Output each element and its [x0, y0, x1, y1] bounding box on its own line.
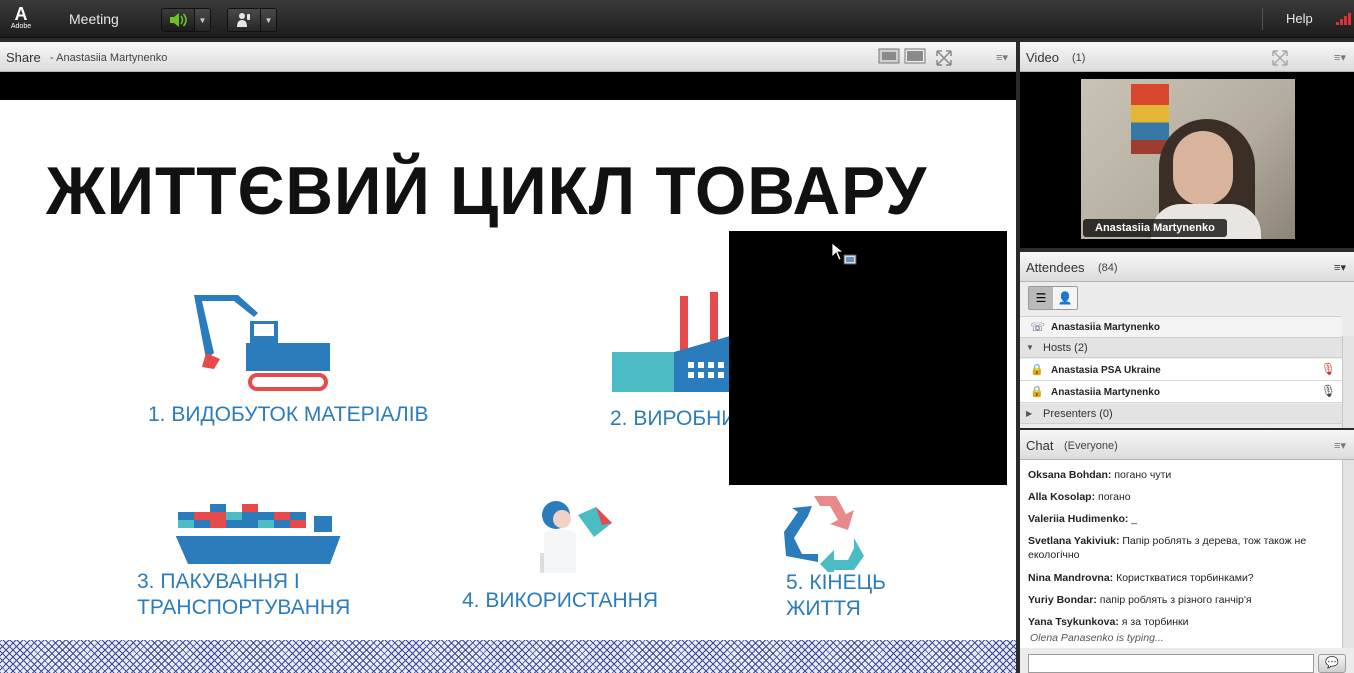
presenter-face — [1173, 131, 1233, 205]
attendees-scrollbar[interactable] — [1342, 336, 1354, 428]
share-pod-title: Share — [6, 50, 41, 65]
typing-indicator: Olena Panasenko is typing... — [1030, 632, 1164, 644]
video-name-tag: Anastasiia Martynenko — [1083, 219, 1227, 237]
attendees-count: (84) — [1098, 262, 1118, 274]
video-count: (1) — [1072, 52, 1086, 64]
stage-3-label-line2: ТРАНСПОРТУВАННЯ — [137, 596, 351, 619]
attendees-pod-menu-icon[interactable]: ≡▾ — [1334, 261, 1346, 274]
raise-hand-icon[interactable] — [228, 9, 260, 31]
hosts-label: Hosts (2) — [1043, 342, 1088, 354]
host-row[interactable]: 🔒 Anastasia PSA Ukraine 🎙 — [1020, 359, 1342, 381]
chat-pod-menu-icon[interactable]: ≡▾ — [1334, 439, 1346, 452]
help-menu[interactable]: Help — [1286, 11, 1313, 26]
chat-message: Yuriy Bondar: папір роблять з різного га… — [1028, 594, 1252, 606]
phone-icon: ☏ — [1030, 320, 1046, 334]
host-name: Anastasia PSA Ukraine — [1051, 365, 1161, 376]
video-area: Anastasiia Martynenko — [1020, 72, 1354, 248]
send-message-icon[interactable]: 💬 — [1318, 654, 1346, 673]
recycle-icon — [784, 496, 864, 572]
attendees-pod: Attendees (84) ≡▾ ☰ 👤 ☏ Anastasiia Marty… — [1020, 252, 1354, 428]
chat-pod-title: Chat — [1026, 438, 1054, 453]
video-overlay-placeholder — [729, 231, 1007, 485]
chat-message: Oksana Bohdan: погано чути — [1028, 469, 1172, 481]
attendees-pod-title: Attendees — [1026, 260, 1085, 275]
chat-message: Nina Mandrovna: Користкватися торбинками… — [1028, 572, 1254, 584]
attendee-view-toggle[interactable]: ☰ 👤 — [1028, 286, 1078, 310]
expand-triangle-icon[interactable]: ▶ — [1026, 409, 1032, 418]
collapse-triangle-icon[interactable]: ▼ — [1026, 343, 1034, 352]
presenters-label: Presenters (0) — [1043, 408, 1113, 420]
chat-input[interactable] — [1028, 654, 1314, 673]
video-pod-menu-icon[interactable]: ≡▾ — [1334, 51, 1346, 64]
video-pod-title: Video — [1026, 50, 1060, 65]
cargo-ship-icon — [174, 504, 342, 564]
share-pod-menu-icon[interactable]: ≡▾ — [996, 51, 1008, 64]
adobe-logo-mark: A — [14, 4, 28, 24]
chat-messages: Oksana Bohdan: погано чути Alla Kosolap:… — [1020, 460, 1342, 648]
stage-4-label: 4. ВИКОРИСТАННЯ — [462, 589, 658, 612]
stage-2-label: 2. ВИРОБНИ — [610, 407, 737, 430]
host-name: Anastasiia Martynenko — [1051, 387, 1160, 398]
menu-divider — [1262, 8, 1263, 30]
mic-muted-icon: 🎙 — [1320, 362, 1336, 376]
factory-icon — [612, 292, 730, 392]
video-pod: Video (1) ≡▾ Anastasiia Martynenko — [1020, 42, 1354, 248]
stage-1-label: 1. ВИДОБУТОК МАТЕРІАЛІВ — [148, 403, 429, 426]
fullscreen-icon[interactable] — [1272, 50, 1288, 69]
view-fit-icon[interactable] — [878, 48, 900, 67]
excavator-icon — [194, 295, 330, 391]
meeting-menu[interactable]: Meeting — [69, 11, 119, 27]
presenters-group-header[interactable]: ▶ Presenters (0) — [1020, 404, 1342, 424]
chat-title-bar: Chat (Everyone) ≡▾ — [1020, 430, 1354, 460]
connection-signal-icon — [1336, 13, 1351, 25]
top-menu-bar: A Adobe Meeting ▼ ▼ Help — [0, 0, 1354, 38]
speaker-icon[interactable] — [162, 9, 194, 31]
stage-3-label-line1: 3. ПАКУВАННЯ І — [137, 570, 300, 593]
video-title-bar: Video (1) ≡▾ — [1020, 42, 1354, 72]
fullscreen-icon[interactable] — [936, 50, 952, 69]
status-dropdown-icon[interactable]: ▼ — [260, 9, 276, 31]
slide-title: ЖИТТЄВИЙ ЦИКЛ ТОВАРУ — [46, 153, 928, 229]
chat-message: Valeriia Hudimenko: _ — [1028, 513, 1138, 525]
chat-message: Alla Kosolap: погано — [1028, 491, 1131, 503]
host-user-icon: 🔒 — [1030, 364, 1044, 376]
view-full-icon[interactable] — [904, 48, 926, 67]
status-view-icon[interactable]: 👤 — [1053, 287, 1077, 309]
share-presenter-name: - Anastasiia Martynenko — [50, 52, 168, 64]
chat-pod: Chat (Everyone) ≡▾ Oksana Bohdan: погано… — [1020, 430, 1354, 673]
stage-5-label-line1: 5. КІНЕЦЬ — [786, 571, 886, 594]
share-letterbox — [0, 72, 1016, 100]
speaker-dropdown-icon[interactable]: ▼ — [194, 9, 210, 31]
adobe-logo-text: Adobe — [10, 23, 32, 30]
attendees-title-bar: Attendees (84) ≡▾ — [1020, 252, 1354, 282]
phone-attendee-row[interactable]: ☏ Anastasiia Martynenko — [1020, 316, 1342, 338]
host-user-icon: 🔒 — [1030, 386, 1044, 398]
stage-5-label-line2: ЖИТТЯ — [786, 597, 861, 620]
mic-active-icon: 🎙 — [1320, 384, 1336, 398]
hosts-group-header[interactable]: ▼ Hosts (2) — [1020, 338, 1342, 358]
chat-scope: (Everyone) — [1064, 440, 1118, 452]
share-pod: Share - Anastasiia Martynenko ≡▾ ЖИТТЄВИ… — [0, 42, 1016, 673]
host-row[interactable]: 🔒 Anastasiia Martynenko 🎙 — [1020, 381, 1342, 403]
background-painting — [1131, 84, 1169, 154]
slide-bottom-border — [0, 640, 1016, 673]
list-view-icon[interactable]: ☰ — [1029, 287, 1053, 309]
chat-message: Svetlana Yakiviuk: Папір роблять з дерев… — [1028, 535, 1307, 561]
share-title-bar: Share - Anastasiia Martynenko ≡▾ — [0, 42, 1016, 72]
person-reading-icon — [540, 501, 612, 573]
chat-message: Yana Tsykunkova: я за торбинки — [1028, 616, 1189, 628]
chat-scrollbar[interactable] — [1342, 460, 1354, 648]
phone-attendee-name: Anastasiia Martynenko — [1051, 322, 1160, 333]
webcam-feed: Anastasiia Martynenko — [1081, 79, 1295, 239]
speaker-control[interactable]: ▼ — [161, 8, 211, 32]
adobe-logo: A Adobe — [8, 5, 34, 33]
status-control[interactable]: ▼ — [227, 8, 277, 32]
cursor-icon — [831, 242, 857, 265]
